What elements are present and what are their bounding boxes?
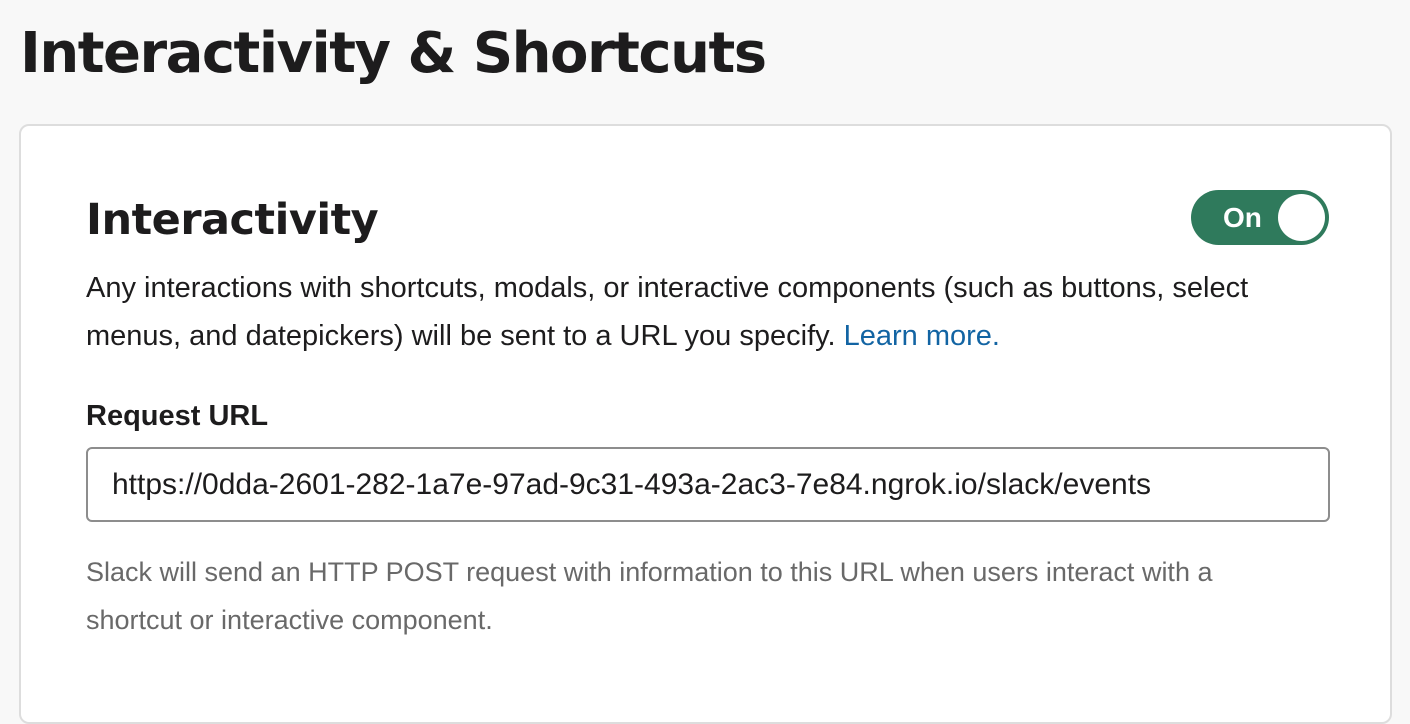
learn-more-link[interactable]: Learn more. bbox=[844, 320, 1000, 352]
toggle-label: On bbox=[1223, 202, 1262, 233]
section-title: Interactivity bbox=[86, 195, 379, 245]
request-url-input[interactable] bbox=[86, 447, 1330, 522]
section-description: Any interactions with shortcuts, modals,… bbox=[86, 264, 1306, 360]
toggle-knob bbox=[1278, 194, 1325, 241]
description-text: Any interactions with shortcuts, modals,… bbox=[86, 272, 1249, 352]
interactivity-toggle[interactable]: On bbox=[1191, 190, 1329, 245]
request-url-label: Request URL bbox=[86, 400, 269, 432]
page-title: Interactivity & Shortcuts bbox=[20, 21, 767, 86]
interactivity-card: Interactivity On Any interactions with s… bbox=[19, 124, 1392, 724]
request-url-help-text: Slack will send an HTTP POST request wit… bbox=[86, 557, 1213, 635]
